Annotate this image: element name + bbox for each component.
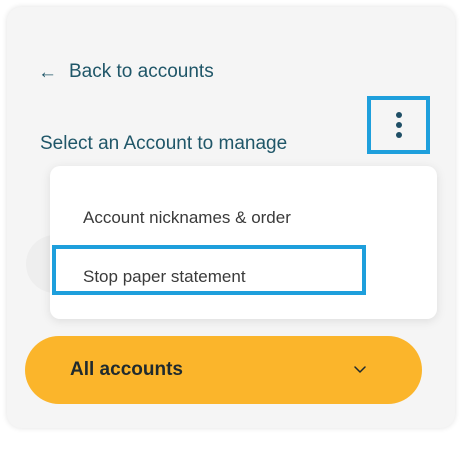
kebab-dot — [395, 122, 402, 128]
more-options-button[interactable] — [367, 96, 430, 154]
options-menu: Account nicknames & order Stop paper sta… — [50, 166, 437, 319]
select-account-heading: Select an Account to manage — [40, 133, 288, 154]
account-panel: ← Back to accounts Select an Account to … — [7, 7, 455, 428]
menu-item-account-nicknames[interactable]: Account nicknames & order — [83, 208, 291, 228]
back-to-accounts-link[interactable]: ← Back to accounts — [38, 61, 214, 83]
kebab-dot — [395, 132, 402, 138]
back-link-label: Back to accounts — [69, 61, 214, 82]
chevron-down-icon — [354, 366, 366, 373]
kebab-dot — [395, 112, 402, 118]
arrow-left-icon: ← — [38, 61, 57, 83]
menu-item-stop-paper-statement[interactable]: Stop paper statement — [83, 267, 246, 287]
account-filter-value: All accounts — [70, 359, 183, 380]
account-filter-select[interactable]: All accounts — [25, 336, 422, 404]
